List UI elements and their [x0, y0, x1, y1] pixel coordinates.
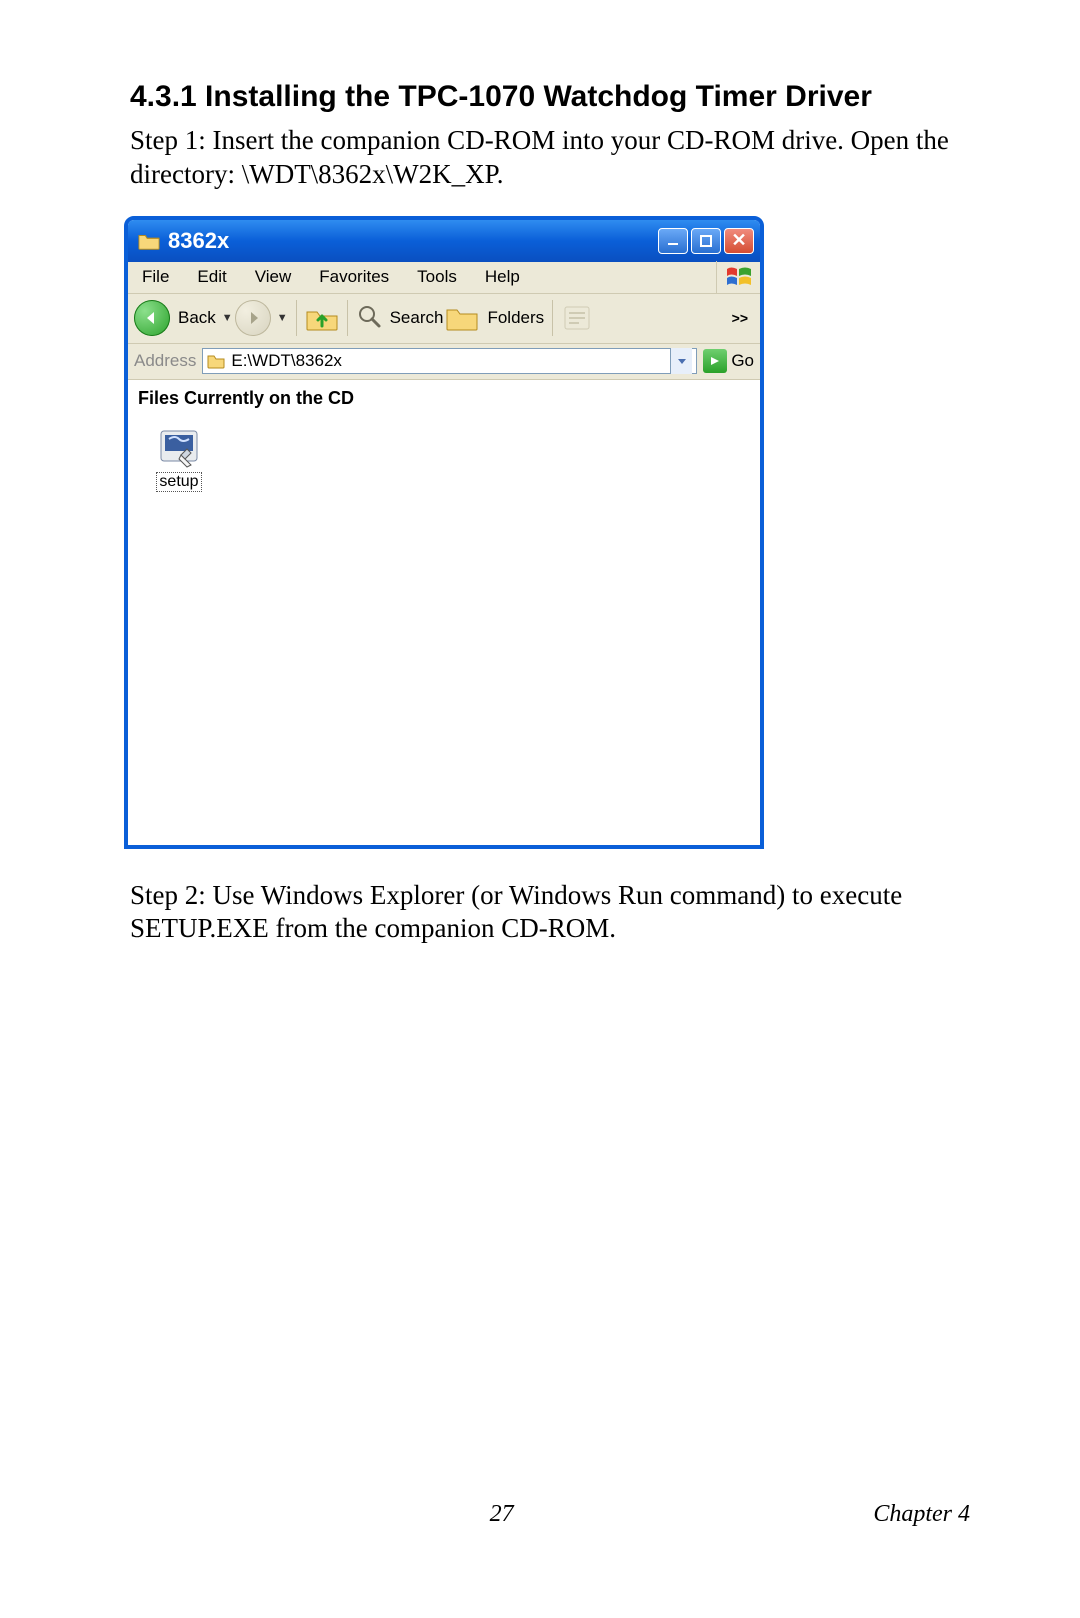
up-button[interactable] [305, 304, 339, 332]
close-button[interactable]: ✕ [724, 228, 754, 254]
search-label: Search [390, 308, 444, 328]
search-button[interactable]: Search [356, 303, 444, 334]
go-label: Go [731, 351, 754, 371]
back-dropdown-icon[interactable]: ▼ [222, 312, 233, 324]
toolbar-separator [552, 300, 553, 336]
toolbar-overflow-button[interactable]: >> [732, 310, 754, 326]
folders-icon [445, 304, 479, 332]
go-arrow-icon [703, 349, 727, 373]
forward-arrow-icon [235, 300, 271, 336]
toolbar-separator [347, 300, 348, 336]
menu-view[interactable]: View [241, 263, 306, 291]
section-heading: 4.3.1 Installing the TPC-1070 Watchdog T… [130, 80, 970, 114]
folder-open-icon [138, 231, 160, 251]
toolbar-separator [296, 300, 297, 336]
forward-button[interactable]: ▼ [235, 300, 288, 336]
address-dropdown-button[interactable] [670, 348, 692, 374]
back-label: Back [178, 308, 216, 328]
back-arrow-icon [134, 300, 170, 336]
setup-exe-icon [157, 425, 201, 469]
folder-icon [207, 353, 225, 369]
up-folder-icon [305, 304, 339, 332]
menu-favorites[interactable]: Favorites [305, 263, 403, 291]
maximize-button[interactable] [691, 228, 721, 254]
toolbar: Back ▼ ▼ Search [128, 294, 760, 344]
back-button[interactable]: Back ▼ [134, 300, 233, 336]
folders-label: Folders [487, 308, 544, 328]
file-label: setup [156, 472, 201, 492]
step-1-text: Step 1: Insert the companion CD-ROM into… [130, 124, 970, 192]
history-button[interactable] [561, 303, 595, 333]
menu-tools[interactable]: Tools [403, 263, 471, 291]
address-label: Address [134, 351, 196, 371]
address-bar: Address E:\WDT\8362x Go [128, 344, 760, 380]
explorer-window: 8362x ✕ File Edit View Favorites Tools H… [124, 216, 764, 849]
section-header: Files Currently on the CD [128, 380, 760, 415]
go-button[interactable]: Go [703, 349, 754, 373]
titlebar[interactable]: 8362x ✕ [128, 220, 760, 262]
windows-flag-icon [716, 261, 760, 293]
address-value: E:\WDT\8362x [231, 351, 342, 371]
address-field[interactable]: E:\WDT\8362x [202, 348, 697, 374]
history-icon [561, 303, 595, 333]
window-title: 8362x [168, 228, 658, 254]
page-number: 27 [490, 1501, 514, 1528]
menu-file[interactable]: File [128, 263, 183, 291]
search-icon [356, 303, 382, 334]
folders-button[interactable]: Folders [445, 304, 544, 332]
step-2-text: Step 2: Use Windows Explorer (or Windows… [130, 879, 970, 947]
folder-content[interactable]: setup [128, 415, 760, 845]
chapter-label: Chapter 4 [873, 1501, 970, 1528]
forward-dropdown-icon[interactable]: ▼ [277, 312, 288, 324]
menubar: File Edit View Favorites Tools Help [128, 262, 760, 294]
menu-help[interactable]: Help [471, 263, 534, 291]
minimize-button[interactable] [658, 228, 688, 254]
menu-edit[interactable]: Edit [183, 263, 240, 291]
file-item-setup[interactable]: setup [144, 425, 214, 492]
